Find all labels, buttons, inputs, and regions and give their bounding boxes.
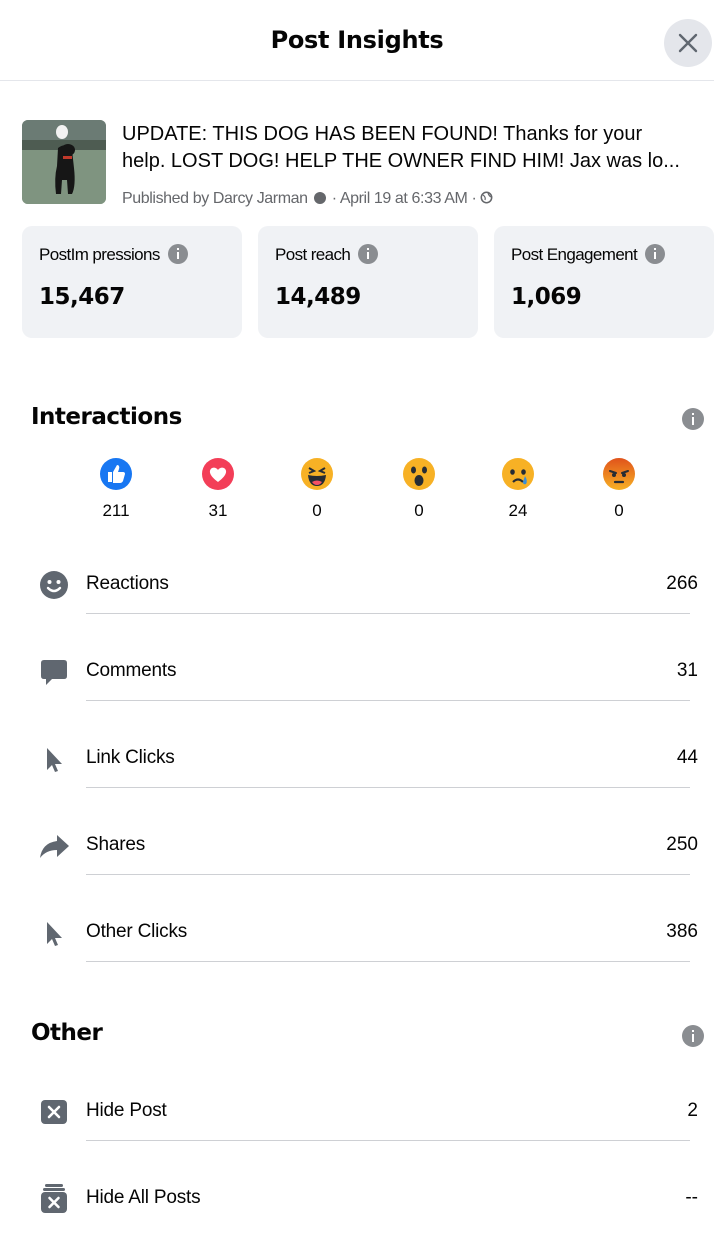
reaction-wow: 0 (389, 457, 449, 521)
card-label: Post reach (275, 245, 351, 264)
love-icon (202, 458, 234, 490)
metric-label: Hide Post (86, 1100, 167, 1121)
info-dot-icon (313, 192, 326, 204)
metric-value: 44 (676, 747, 698, 768)
post-caption-line-1: UPDATE: THIS DOG HAS BEEN FOUND! Thanks … (122, 123, 643, 145)
reaction-haha: 0 (287, 457, 347, 521)
divider (86, 874, 690, 875)
info-icon[interactable] (358, 244, 379, 264)
close-button[interactable] (664, 19, 712, 67)
angry-icon (603, 458, 635, 490)
card-post-reach: Post reach 14,489 (258, 226, 478, 338)
dialog-title: Post Insights (270, 26, 444, 54)
reaction-count: 0 (312, 501, 322, 520)
like-icon (100, 458, 132, 490)
metric-value: 266 (666, 573, 698, 594)
close-icon (678, 33, 698, 53)
interactions-title: Interactions (31, 404, 182, 430)
smiley-icon (40, 571, 68, 599)
metric-value: 2 (687, 1100, 698, 1121)
post-thumbnail[interactable] (22, 120, 106, 204)
globe-icon (481, 191, 493, 204)
metric-row-link-clicks[interactable]: Link Clicks 44 (0, 729, 714, 817)
share-icon (40, 835, 69, 858)
card-label: PostIm pressions (39, 245, 160, 264)
other-title: Other (31, 1020, 103, 1046)
reaction-count: 211 (102, 501, 130, 520)
cursor-icon (47, 748, 62, 772)
card-post-impressions: PostIm pressions 15,467 (22, 226, 242, 338)
haha-icon (301, 458, 333, 490)
publisher: Published by Darcy Jarman (122, 190, 308, 207)
metric-label: Link Clicks (86, 747, 175, 768)
post-meta: Published by Darcy Jarman · April 19 at … (122, 190, 493, 208)
metric-value: 250 (666, 834, 698, 855)
post-caption-line-2: help. LOST DOG! HELP THE OWNER FIND HIM!… (122, 150, 680, 172)
dog-photo (22, 120, 106, 204)
reaction-count: 0 (414, 501, 424, 520)
metric-label: Hide All Posts (86, 1187, 201, 1208)
comment-icon (41, 660, 67, 685)
reaction-love: 31 (188, 457, 248, 521)
hide-post-icon (41, 1100, 67, 1124)
metric-row-other-clicks[interactable]: Other Clicks 386 (0, 903, 714, 991)
metric-value: 386 (666, 921, 698, 942)
info-icon[interactable] (645, 244, 666, 264)
divider (86, 700, 690, 701)
cursor-icon (47, 922, 62, 946)
interactions-info-icon[interactable] (682, 408, 704, 430)
reaction-sad: 24 (488, 457, 548, 521)
post-caption[interactable]: UPDATE: THIS DOG HAS BEEN FOUND! Thanks … (122, 121, 712, 175)
reaction-count: 31 (208, 501, 228, 520)
metric-label: Comments (86, 660, 177, 681)
divider (86, 613, 690, 614)
metric-label: Other Clicks (86, 921, 188, 942)
metric-row-hide-all-posts[interactable]: Hide All Posts -- (0, 1169, 714, 1257)
divider (86, 961, 690, 962)
sad-icon (502, 458, 534, 490)
divider (86, 1140, 690, 1141)
hide-all-posts-icon (41, 1184, 67, 1213)
dialog-header: Post Insights (0, 0, 714, 81)
metric-value: -- (685, 1187, 698, 1208)
info-icon[interactable] (167, 244, 188, 264)
card-label: Post Engagement (511, 245, 638, 264)
reaction-angry: 0 (589, 457, 649, 521)
other-info-icon[interactable] (682, 1025, 704, 1047)
card-value: 1,069 (511, 284, 582, 310)
metric-row-shares[interactable]: Shares 250 (0, 816, 714, 904)
card-post-engagement: Post Engagement 1,069 (494, 226, 714, 338)
reaction-like: 211 (86, 457, 146, 521)
card-value: 15,467 (39, 284, 125, 310)
post-date: · April 19 at 6:33 AM · (331, 190, 477, 207)
metric-row-reactions[interactable]: Reactions 266 (0, 555, 714, 643)
wow-icon (403, 458, 435, 490)
metric-value: 31 (676, 660, 698, 681)
reaction-count: 0 (614, 501, 624, 520)
divider (86, 787, 690, 788)
metric-label: Reactions (86, 573, 169, 594)
metric-row-comments[interactable]: Comments 31 (0, 642, 714, 730)
metric-row-hide-post[interactable]: Hide Post 2 (0, 1082, 714, 1170)
card-value: 14,489 (275, 284, 361, 310)
reaction-count: 24 (508, 501, 528, 520)
metric-label: Shares (86, 834, 146, 855)
